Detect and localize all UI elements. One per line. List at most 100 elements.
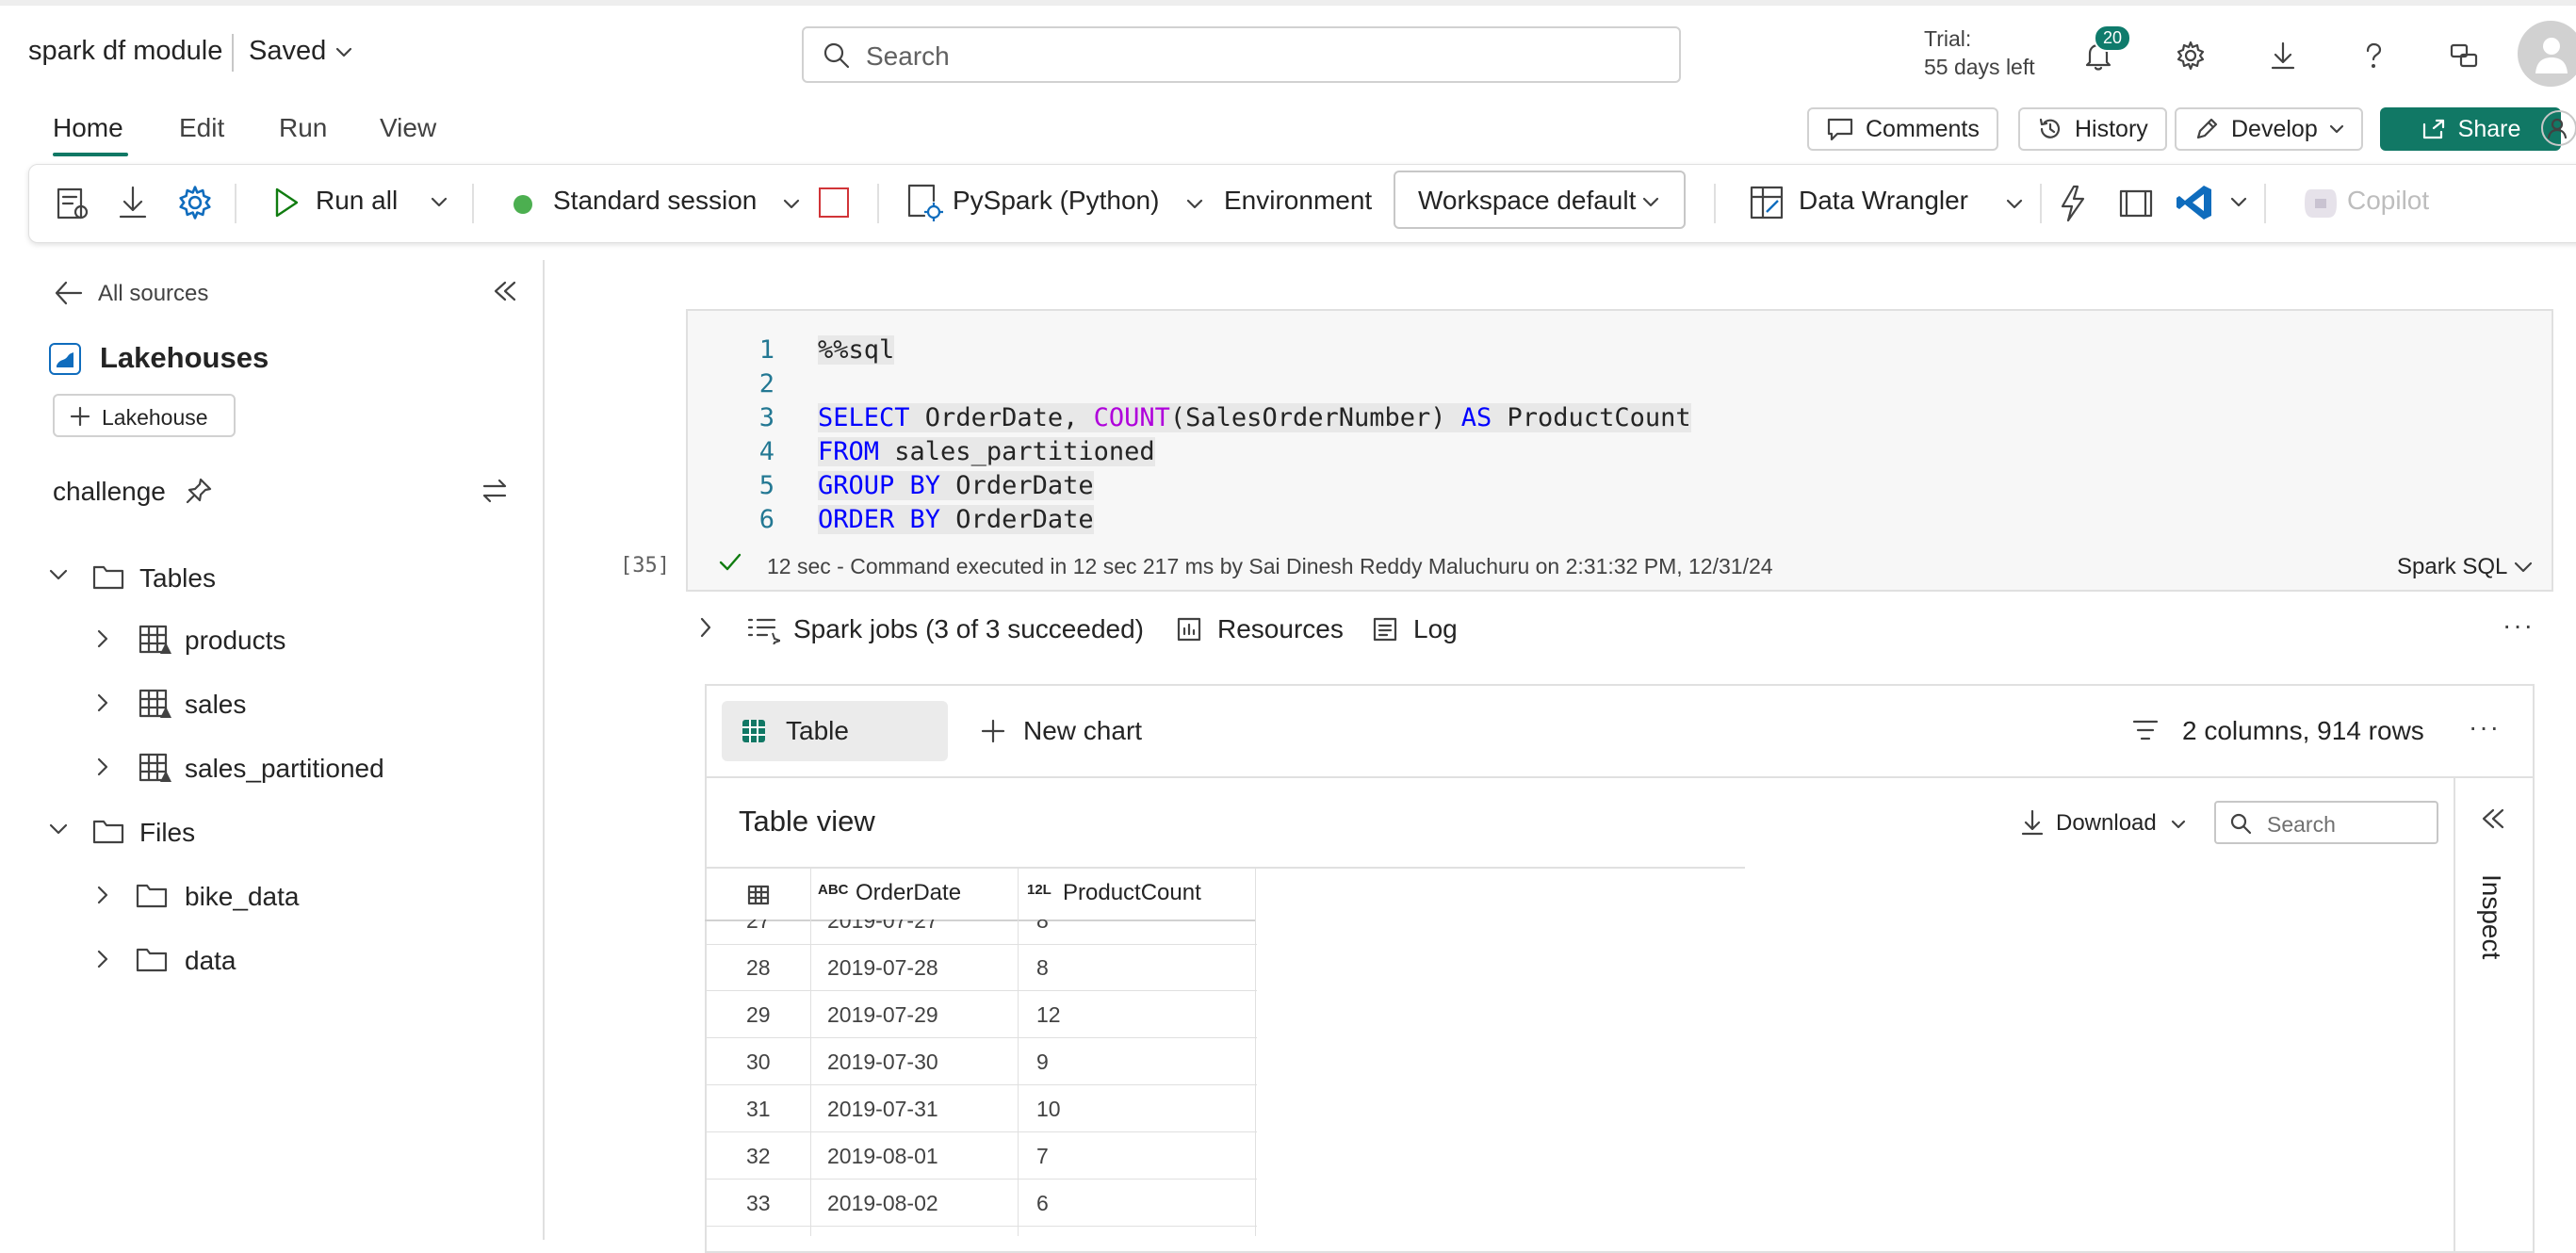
history-button[interactable]: History [2018,107,2167,151]
cell-productcount[interactable]: 8 [1036,955,1049,981]
pin-icon[interactable] [185,477,213,505]
chevron-right-icon[interactable] [96,693,109,712]
tab-home[interactable]: Home [53,113,123,143]
trial-status[interactable]: Trial: 55 days left [1924,24,2035,81]
table-row[interactable]: 31 2019-07-31 10 [705,1085,1257,1132]
table-search-input[interactable]: Search [2214,801,2438,844]
add-lakehouse-button[interactable]: Lakehouse [53,394,236,437]
column-header-orderdate[interactable]: ABC OrderDate [810,869,1018,919]
chevron-down-icon[interactable] [49,569,68,582]
gear-icon[interactable] [2175,40,2207,72]
cell-orderdate[interactable]: 2019-07-27 [827,919,938,934]
table-row[interactable]: 29 2019-07-29 12 [705,991,1257,1038]
notebook-settings-icon[interactable] [54,184,91,223]
table-row[interactable]: 33 2019-08-02 6 [705,1180,1257,1227]
inspect-tab[interactable]: Inspect [2463,874,2519,1006]
cell-productcount[interactable]: 10 [1036,1097,1061,1122]
code-line-4[interactable]: FROM sales_partitioned [818,437,1155,466]
code-line-6[interactable]: ORDER BY OrderDate [818,505,1094,534]
expand-panel-icon[interactable] [2480,806,2506,831]
switch-lakehouse-icon[interactable] [481,477,509,505]
file-item-data[interactable]: data [185,946,236,976]
table-item-products[interactable]: products [185,626,285,656]
code-cell[interactable]: 1 2 3 4 5 6 %%sql SELECT OrderDate, COUN… [686,309,2553,592]
environment-selector[interactable]: Workspace default [1394,171,1686,229]
collapse-panel-icon[interactable] [492,279,518,303]
avatar[interactable] [2518,21,2576,87]
download-icon[interactable] [2267,40,2299,72]
spark-jobs-toggle[interactable]: Spark jobs (3 of 3 succeeded) [746,610,1144,648]
vscode-icon[interactable] [2174,182,2215,223]
new-chart-button[interactable]: New chart [976,701,1183,761]
chevron-right-icon[interactable] [96,950,109,968]
code-line-5[interactable]: GROUP BY OrderDate [818,471,1094,500]
chevron-right-icon[interactable] [699,616,712,639]
cell-orderdate[interactable]: 2019-07-29 [827,1002,938,1028]
help-icon[interactable] [2357,40,2389,72]
notebook-title[interactable]: spark df module [28,36,222,67]
code-line-1[interactable]: %%sql [818,335,895,365]
lightning-icon[interactable] [2055,184,2093,223]
lakehouse-name[interactable]: challenge [53,477,166,507]
cell-productcount[interactable]: 12 [1036,1002,1061,1028]
download-button[interactable]: Download [2020,805,2209,842]
tab-run[interactable]: Run [279,113,327,143]
collaborator-icon[interactable] [2540,109,2576,147]
chevron-down-icon[interactable] [2230,197,2247,208]
table-icon [139,753,171,782]
code-line-3[interactable]: SELECT OrderDate, COUNT(SalesOrderNumber… [818,403,1691,432]
cell-orderdate[interactable]: 2019-08-02 [827,1191,938,1216]
chevron-down-icon[interactable] [335,47,352,58]
session-selector[interactable]: Standard session [500,165,811,242]
develop-button[interactable]: Develop [2175,107,2363,151]
cell-orderdate[interactable]: 2019-07-28 [827,955,938,981]
line-number: 5 [758,471,774,500]
tab-view[interactable]: View [380,113,436,143]
chevron-down-icon[interactable] [49,823,68,837]
more-options-icon[interactable]: ··· [2503,610,2535,641]
resources-button[interactable]: Resources [1176,610,1345,648]
gear-icon[interactable] [176,184,214,221]
run-all-button[interactable]: Run all [265,165,491,242]
cell-orderdate[interactable]: 2019-07-30 [827,1050,938,1075]
table-row[interactable]: 28 2019-07-28 8 [705,944,1257,991]
table-grid-icon[interactable] [746,884,771,906]
cell-productcount[interactable]: 6 [1036,1191,1049,1216]
language-selector[interactable]: PySpark (Python) [904,165,1224,242]
chevron-right-icon[interactable] [96,757,109,776]
download-icon[interactable] [116,184,150,221]
search-input[interactable]: Search [802,26,1681,83]
column-header-productcount[interactable]: 12L ProductCount [1018,869,1255,919]
table-tab[interactable]: Table [722,701,948,761]
cell-orderdate[interactable]: 2019-08-01 [827,1144,938,1169]
cell-productcount[interactable]: 7 [1036,1144,1049,1169]
file-item-bike-data[interactable]: bike_data [185,882,299,912]
all-sources-link[interactable]: All sources [53,275,260,313]
tables-folder[interactable]: Tables [139,563,216,594]
community-icon[interactable] [2448,40,2480,72]
more-options-icon[interactable]: ··· [2469,712,2501,742]
table-row[interactable]: 27 2019-07-27 8 [705,919,1257,945]
table-row[interactable]: 32 2019-08-01 7 [705,1132,1257,1180]
chevron-right-icon[interactable] [96,886,109,904]
filter-icon[interactable] [2131,718,2160,742]
chevron-down-icon[interactable] [431,197,448,208]
comments-button[interactable]: Comments [1807,107,1998,151]
table-item-sales[interactable]: sales [185,690,246,720]
cell-orderdate[interactable]: 2019-07-31 [827,1097,938,1122]
table-item-sales-partitioned[interactable]: sales_partitioned [185,754,384,784]
table-row[interactable]: 30 2019-07-30 9 [705,1038,1257,1085]
full-screen-icon[interactable] [2117,186,2155,221]
tab-edit[interactable]: Edit [179,113,224,143]
share-button[interactable]: Share [2380,107,2561,151]
cell-productcount[interactable]: 8 [1036,919,1049,934]
stop-session-button[interactable] [819,187,849,218]
cell-language-selector[interactable]: Spark SQL [2391,550,2542,582]
data-wrangler-button[interactable]: Data Wrangler [1746,165,2029,242]
chevron-right-icon[interactable] [96,629,109,648]
cell-productcount[interactable]: 9 [1036,1050,1049,1075]
copilot-button[interactable]: Copilot [2302,165,2490,242]
log-button[interactable]: Log [1372,610,1485,648]
save-status[interactable]: Saved [249,36,326,67]
files-folder[interactable]: Files [139,818,195,848]
